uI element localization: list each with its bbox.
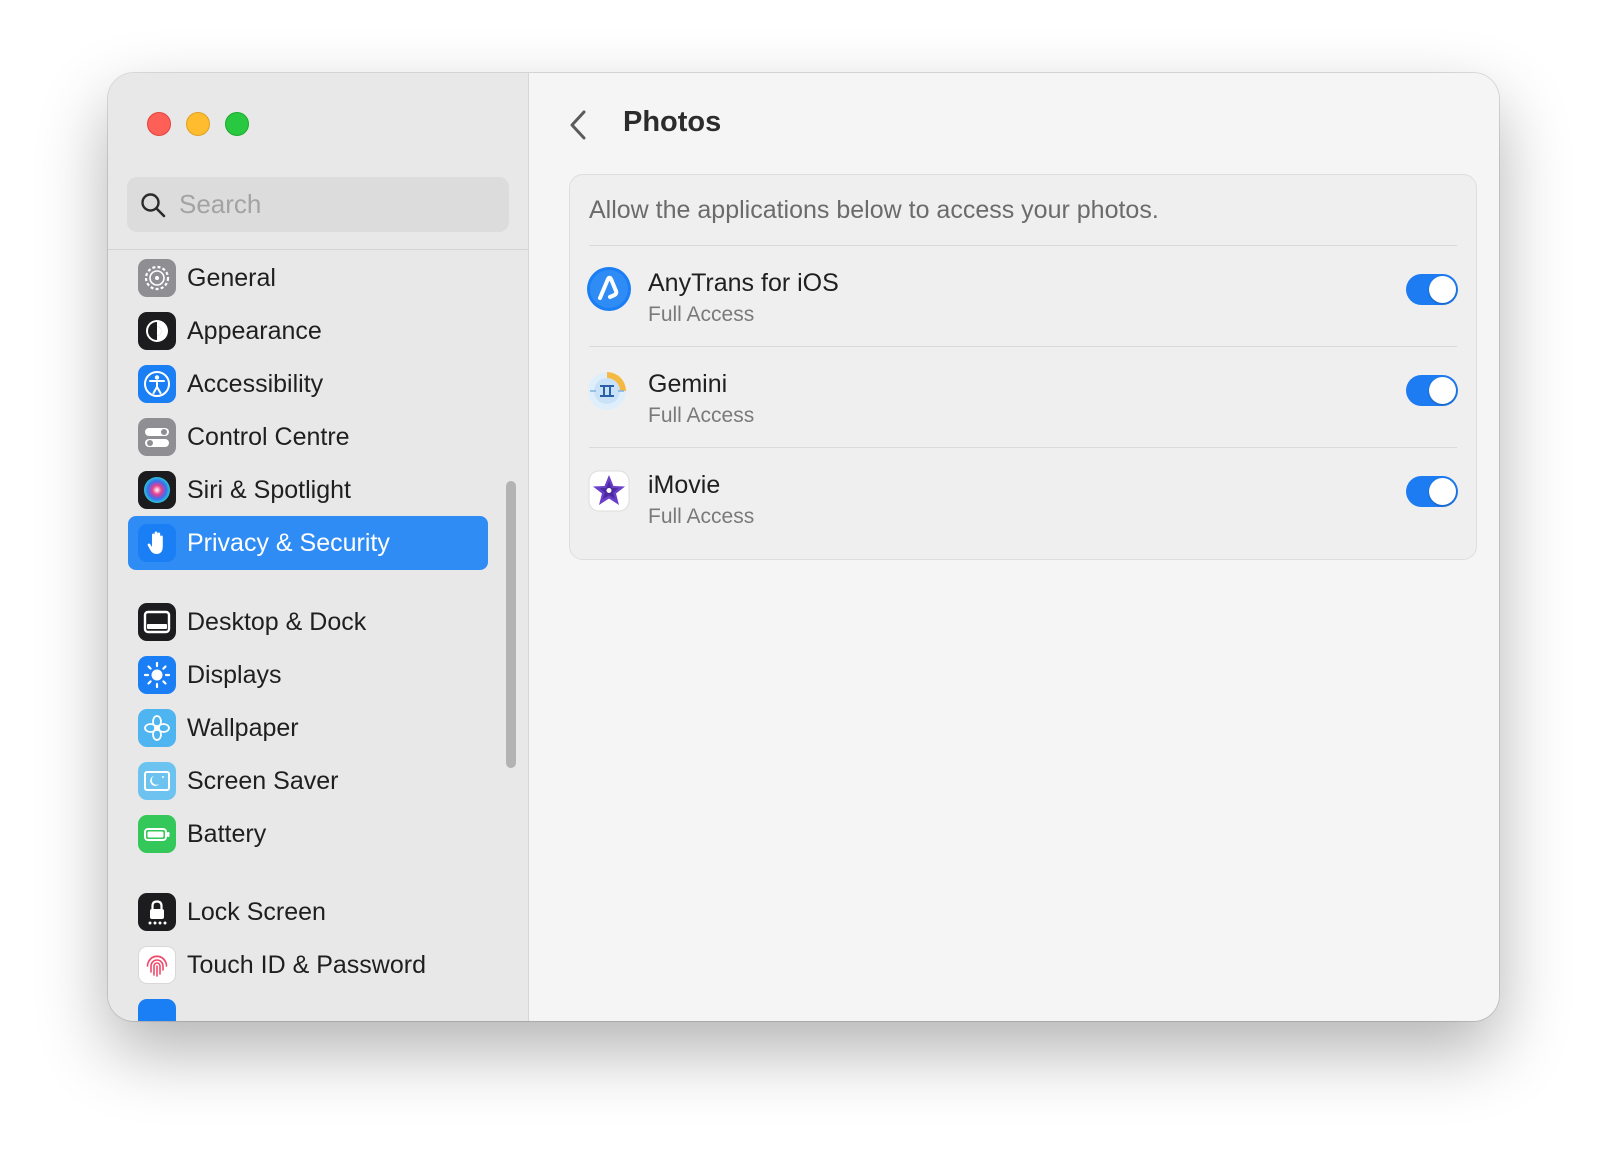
sidebar-item-label: Appearance	[187, 317, 322, 345]
sidebar-item-desktop-dock[interactable]: Desktop & Dock	[128, 595, 488, 649]
sidebar: General Appearance	[108, 73, 529, 1021]
search-field[interactable]	[127, 177, 509, 232]
sidebar-item-privacy-security[interactable]: Privacy & Security	[128, 516, 488, 570]
sidebar-item-battery[interactable]: Battery	[128, 807, 488, 861]
close-button[interactable]	[147, 112, 171, 136]
sidebar-item-label: Wallpaper	[187, 714, 299, 742]
sidebar-item-label: Battery	[187, 820, 267, 848]
toggle-knob	[1429, 276, 1456, 303]
sidebar-item-wallpaper[interactable]: Wallpaper	[128, 701, 488, 755]
sidebar-item-touch-id[interactable]: Touch ID & Password	[128, 938, 488, 992]
control-centre-icon	[138, 418, 176, 456]
search-icon	[141, 193, 166, 218]
sidebar-item-label: General	[187, 264, 276, 292]
gemini-icon	[588, 372, 626, 410]
sidebar-item-label: Desktop & Dock	[187, 608, 367, 636]
hand-icon	[138, 524, 176, 562]
app-name: Gemini	[648, 370, 728, 398]
sidebar-item-displays[interactable]: Displays	[128, 648, 488, 702]
app-access-level: Full Access	[648, 404, 755, 427]
divider	[589, 346, 1457, 347]
app-name: AnyTrans for iOS	[648, 269, 839, 297]
back-button[interactable]	[565, 108, 593, 142]
sidebar-item-accessibility[interactable]: Accessibility	[128, 357, 488, 411]
divider	[589, 447, 1457, 448]
settings-window: General Appearance	[108, 73, 1499, 1021]
page-title: Photos	[623, 106, 722, 138]
sidebar-item-control-centre[interactable]: Control Centre	[128, 410, 488, 464]
accessibility-icon	[138, 365, 176, 403]
app-row-gemini: Gemini Full Access	[570, 348, 1476, 448]
toggle-knob	[1429, 377, 1456, 404]
users-icon	[138, 999, 176, 1021]
lock-icon	[138, 893, 176, 931]
imovie-icon	[588, 470, 630, 512]
sidebar-item-label: Screen Saver	[187, 767, 339, 795]
search-input[interactable]	[179, 177, 499, 232]
appearance-icon	[138, 312, 176, 350]
sidebar-item-label: Accessibility	[187, 370, 324, 398]
app-row-imovie: iMovie Full Access	[570, 449, 1476, 549]
panel-description: Allow the applications below to access y…	[589, 196, 1159, 224]
detail-pane: Photos Allow the applications below to a…	[529, 73, 1499, 1021]
sidebar-scrollbar[interactable]	[506, 481, 516, 768]
sidebar-item-partial[interactable]	[128, 991, 488, 1021]
divider	[589, 245, 1457, 246]
flower-icon	[138, 709, 176, 747]
sidebar-item-appearance[interactable]: Appearance	[128, 304, 488, 358]
app-name: iMovie	[648, 471, 721, 499]
sidebar-item-label: Lock Screen	[187, 898, 326, 926]
sidebar-item-siri-spotlight[interactable]: Siri & Spotlight	[128, 463, 488, 517]
imovie-toggle[interactable]	[1406, 476, 1458, 507]
battery-icon	[138, 815, 176, 853]
sidebar-item-label: Displays	[187, 661, 282, 689]
zoom-button[interactable]	[225, 112, 249, 136]
app-access-level: Full Access	[648, 303, 755, 326]
gear-icon	[138, 259, 176, 297]
sidebar-nav: General Appearance Accessibility Control…	[108, 250, 528, 1021]
app-access-level: Full Access	[648, 505, 755, 528]
sidebar-item-general[interactable]: General	[128, 251, 488, 305]
anytrans-toggle[interactable]	[1406, 274, 1458, 305]
fingerprint-icon	[138, 946, 176, 984]
app-permissions-panel: Allow the applications below to access y…	[569, 174, 1477, 560]
minimize-button[interactable]	[186, 112, 210, 136]
sidebar-item-screen-saver[interactable]: Screen Saver	[128, 754, 488, 808]
sidebar-item-label: Privacy & Security	[187, 529, 390, 557]
gemini-toggle[interactable]	[1406, 375, 1458, 406]
dock-icon	[138, 603, 176, 641]
app-row-anytrans: AnyTrans for iOS Full Access	[570, 247, 1476, 347]
anytrans-icon	[587, 267, 631, 311]
sidebar-item-label: Control Centre	[187, 423, 350, 451]
sidebar-item-label: Siri & Spotlight	[187, 476, 351, 504]
sidebar-item-lock-screen[interactable]: Lock Screen	[128, 885, 488, 939]
sun-icon	[138, 656, 176, 694]
sidebar-item-label: Touch ID & Password	[187, 951, 426, 979]
toggle-knob	[1429, 478, 1456, 505]
siri-icon	[138, 471, 176, 509]
screen-saver-icon	[138, 762, 176, 800]
